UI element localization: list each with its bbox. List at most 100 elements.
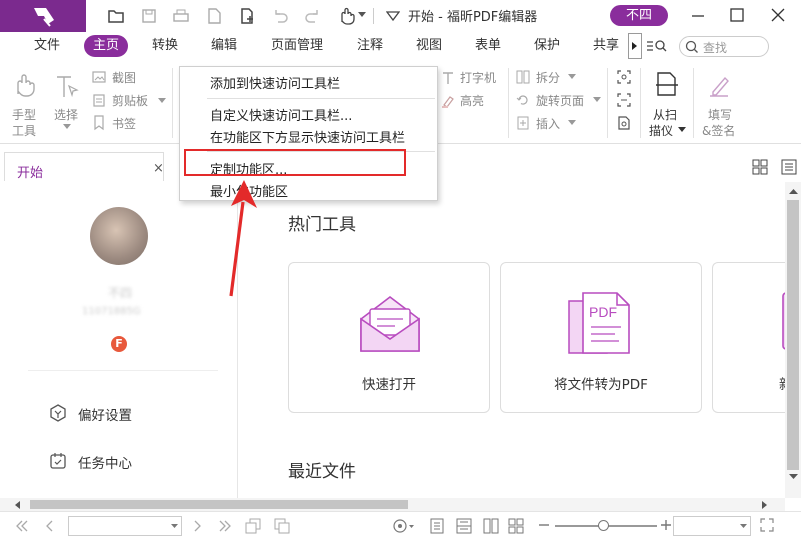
split-icon[interactable]	[516, 70, 530, 84]
last-page-icon[interactable]	[218, 520, 232, 532]
fullscreen-icon[interactable]	[760, 518, 774, 532]
zoom-slider-thumb[interactable]	[598, 520, 609, 531]
hand-dropdown-icon[interactable]	[358, 12, 366, 18]
read-mode-icon[interactable]	[392, 518, 414, 534]
clipboard-label[interactable]: 剪贴板	[112, 92, 148, 109]
hand-tool-icon[interactable]	[12, 72, 38, 100]
scroll-right-icon[interactable]	[762, 501, 768, 509]
previous-view-icon[interactable]	[245, 518, 261, 534]
next-page-icon[interactable]	[193, 520, 203, 532]
vertical-scroll-thumb[interactable]	[787, 200, 799, 470]
typewriter-icon[interactable]	[441, 71, 455, 85]
tab-list-icon[interactable]	[781, 159, 797, 175]
close-tab-icon[interactable]: ×	[153, 161, 164, 176]
menu-item-customize-quick-access[interactable]: 自定义快速访问工具栏...	[210, 105, 352, 124]
select-tool-label[interactable]: 选择	[54, 106, 78, 123]
insert-dropdown-icon[interactable]	[568, 120, 576, 126]
split-dropdown-icon[interactable]	[568, 74, 576, 80]
fill-sign-label-1[interactable]: 填写	[708, 106, 732, 123]
next-view-icon[interactable]	[274, 518, 290, 534]
fill-sign-pen-icon[interactable]	[707, 72, 733, 98]
scanner-dropdown-icon[interactable]	[678, 127, 686, 133]
scanner-label-1[interactable]: 从扫	[653, 106, 677, 123]
select-dropdown-icon[interactable]	[63, 124, 71, 130]
menu-item-add-to-quick-access[interactable]: 添加到快速访问工具栏	[210, 73, 340, 92]
page-dropdown-icon[interactable]	[171, 524, 178, 529]
bookmark-icon[interactable]	[92, 115, 106, 131]
tab-comment[interactable]: 注释	[357, 33, 383, 59]
tab-protect[interactable]: 保护	[534, 33, 560, 59]
screenshot-icon[interactable]	[92, 70, 106, 84]
horizontal-scrollbar[interactable]	[0, 498, 785, 511]
tab-page-management[interactable]: 页面管理	[271, 33, 323, 59]
tab-form[interactable]: 表单	[475, 33, 501, 59]
scan-area-icon[interactable]	[617, 93, 631, 107]
single-page-icon[interactable]	[430, 518, 444, 534]
scanner-icon[interactable]	[654, 71, 680, 97]
highlight-label[interactable]: 高亮	[460, 92, 484, 109]
redo-icon[interactable]	[303, 6, 323, 26]
split-label[interactable]: 拆分	[536, 69, 560, 86]
clipboard-icon[interactable]	[92, 93, 106, 107]
close-window-icon[interactable]	[770, 7, 786, 23]
facing-page-icon[interactable]	[483, 518, 499, 534]
continuous-page-icon[interactable]	[456, 518, 472, 534]
horizontal-scroll-thumb[interactable]	[30, 500, 408, 509]
save-icon[interactable]	[139, 6, 159, 26]
clipboard-dropdown-icon[interactable]	[158, 98, 166, 104]
more-tabs-button[interactable]	[628, 33, 642, 59]
typewriter-label[interactable]: 打字机	[460, 69, 496, 86]
maximize-icon[interactable]	[729, 7, 745, 23]
hand-cursor-icon[interactable]	[336, 6, 356, 26]
document-settings-icon[interactable]	[617, 116, 631, 130]
tab-start-document[interactable]: 开始 ×	[4, 152, 164, 181]
screenshot-label[interactable]: 截图	[112, 69, 136, 86]
scanner-label-2[interactable]: 描仪	[649, 122, 673, 139]
hot-tools-heading: 热门工具	[288, 215, 356, 235]
bookmark-label[interactable]: 书签	[112, 115, 136, 132]
previous-page-icon[interactable]	[45, 520, 55, 532]
tab-file[interactable]: 文件	[34, 33, 60, 59]
fill-sign-label-2[interactable]: &签名	[702, 122, 735, 139]
hand-tool-label-2[interactable]: 工具	[12, 122, 36, 139]
hand-tool-label-1[interactable]: 手型	[12, 106, 36, 123]
scan-document-icon[interactable]	[204, 6, 224, 26]
zoom-dropdown-icon[interactable]	[740, 524, 747, 529]
zoom-in-icon[interactable]	[659, 518, 673, 532]
user-account-button[interactable]: 不四	[610, 5, 668, 26]
scroll-down-icon[interactable]	[789, 474, 798, 480]
continuous-facing-icon[interactable]	[508, 518, 524, 534]
tab-home[interactable]: 主页	[84, 35, 128, 57]
tab-edit[interactable]: 编辑	[211, 33, 237, 59]
menu-item-show-below-ribbon[interactable]: 在功能区下方显示快速访问工具栏	[210, 127, 405, 146]
zoom-out-icon[interactable]	[537, 518, 551, 532]
quick-access-dropdown-icon[interactable]	[386, 10, 400, 22]
insert-page-icon[interactable]	[516, 116, 530, 130]
convert-to-pdf-card[interactable]: PDF 将文件转为PDF	[500, 262, 702, 413]
insert-label[interactable]: 插入	[536, 115, 560, 132]
first-page-icon[interactable]	[15, 520, 29, 532]
scroll-left-icon[interactable]	[14, 501, 20, 509]
ocr-icon[interactable]	[617, 70, 631, 84]
minimize-icon[interactable]	[690, 8, 706, 24]
quick-open-card[interactable]: 快速打开	[288, 262, 490, 413]
rotate-page-label[interactable]: 旋转页面	[536, 92, 584, 109]
undo-icon[interactable]	[270, 6, 290, 26]
rotate-page-icon[interactable]	[516, 93, 530, 107]
tab-view[interactable]: 视图	[416, 33, 442, 59]
print-icon[interactable]	[171, 6, 191, 26]
find-options-icon[interactable]	[646, 38, 672, 54]
vertical-scrollbar[interactable]	[785, 182, 801, 498]
tab-convert[interactable]: 转换	[152, 33, 178, 59]
rotate-dropdown-icon[interactable]	[593, 97, 601, 103]
tab-share[interactable]: 共享	[593, 33, 619, 59]
select-text-icon[interactable]	[55, 74, 79, 100]
grid-view-icon[interactable]	[752, 159, 768, 175]
new-document-icon[interactable]	[237, 6, 257, 26]
user-avatar[interactable]	[90, 207, 148, 265]
zoom-level-input[interactable]	[673, 516, 751, 536]
scroll-up-icon[interactable]	[789, 188, 798, 194]
page-number-input[interactable]	[68, 516, 182, 536]
highlight-icon[interactable]	[441, 94, 455, 108]
open-file-icon[interactable]	[106, 6, 126, 26]
